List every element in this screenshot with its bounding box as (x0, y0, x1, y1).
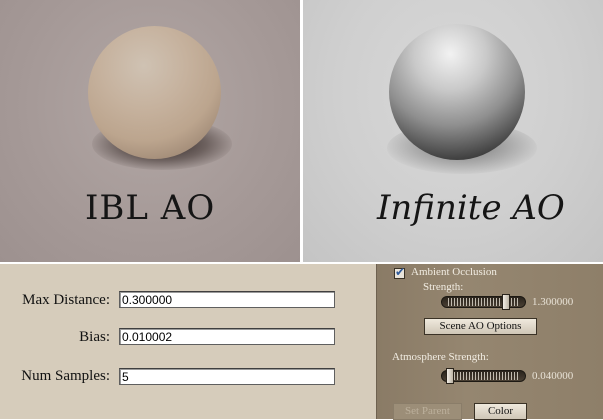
check-icon: ✔ (395, 265, 406, 279)
atmosphere-strength-slider[interactable] (441, 368, 526, 384)
max-distance-label: Max Distance: (22, 292, 110, 308)
ambient-occlusion-checkbox[interactable]: ✔ (394, 265, 406, 279)
atmosphere-slider-knob[interactable] (446, 368, 454, 384)
ao-settings-panel: Max Distance: 0.300000 Bias: 0.010002 Nu… (0, 264, 376, 419)
infinite-sphere (389, 24, 525, 160)
ambient-occlusion-label: Ambient Occlusion (411, 266, 497, 278)
bias-label: Bias: (79, 329, 110, 345)
strength-label: Strength: (423, 281, 464, 293)
strength-slider-knob[interactable] (502, 294, 510, 310)
ibl-ao-render: IBL AO (0, 0, 300, 262)
color-button[interactable]: Color (474, 403, 527, 420)
strength-value: 1.300000 (532, 296, 574, 308)
num-samples-field[interactable]: 5 (119, 368, 335, 385)
atmosphere-strength-label: Atmosphere Strength: (392, 351, 489, 363)
infinite-ao-caption: Infinite AO (377, 188, 565, 228)
set-parent-button[interactable]: Set Parent (393, 403, 462, 420)
infinite-ao-render: Infinite AO (303, 0, 603, 262)
max-distance-field[interactable]: 0.300000 (119, 291, 335, 308)
ibl-sphere (88, 26, 221, 159)
scene-ao-options-button[interactable]: Scene AO Options (424, 318, 537, 335)
strength-slider[interactable] (441, 294, 526, 310)
atmosphere-strength-value: 0.040000 (532, 370, 574, 382)
num-samples-label: Num Samples: (21, 368, 110, 384)
render-settings-panel: ✔ Ambient Occlusion Strength: 1.300000 S… (376, 264, 603, 420)
slider-ticks (448, 372, 519, 380)
bias-field[interactable]: 0.010002 (119, 328, 335, 345)
ibl-ao-caption: IBL AO (85, 188, 216, 228)
